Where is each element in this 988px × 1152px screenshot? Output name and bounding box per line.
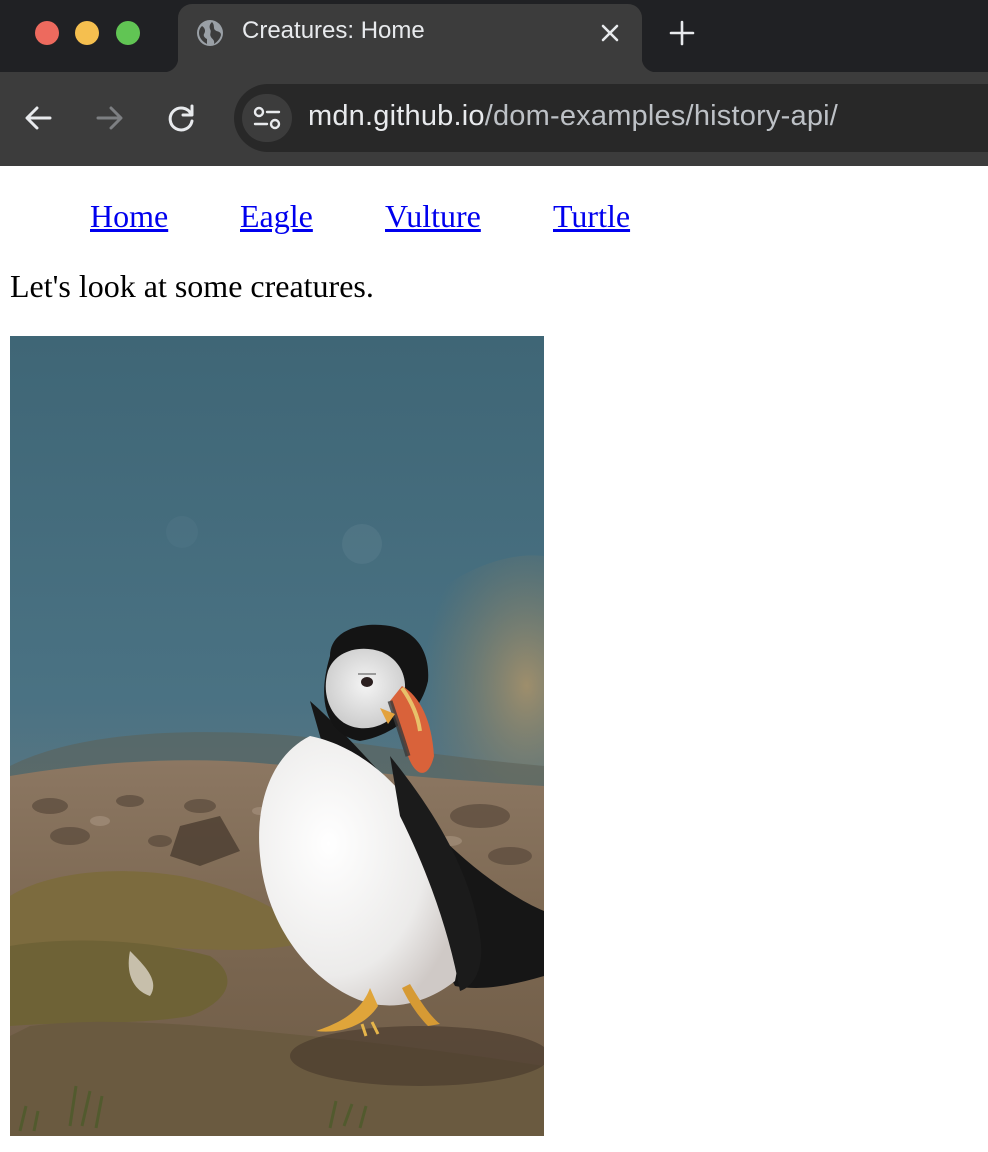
url-text[interactable]: mdn.github.io/dom-examples/history-api/ xyxy=(308,100,838,133)
active-tab[interactable]: Creatures: Home xyxy=(164,4,656,72)
window-close-button[interactable] xyxy=(35,21,59,45)
close-icon[interactable] xyxy=(598,21,622,45)
nav-link-turtle[interactable]: Turtle xyxy=(553,198,630,235)
address-bar[interactable]: mdn.github.io/dom-examples/history-api/ xyxy=(234,84,988,152)
forward-arrow-icon[interactable] xyxy=(94,102,126,134)
puffin-photo xyxy=(10,336,544,1136)
intro-text: Let's look at some creatures. xyxy=(10,268,374,304)
nav-link-vulture[interactable]: Vulture xyxy=(385,198,481,235)
url-path: /dom-examples/history-api/ xyxy=(484,100,839,132)
site-info-tune-icon[interactable] xyxy=(242,94,292,142)
reload-icon[interactable] xyxy=(166,102,198,134)
new-tab-plus-icon[interactable] xyxy=(669,20,695,46)
tab-strip: Creatures: Home xyxy=(0,0,988,72)
nav-link-eagle[interactable]: Eagle xyxy=(240,198,313,235)
window-minimize-button[interactable] xyxy=(75,21,99,45)
globe-icon xyxy=(196,19,224,47)
url-host: mdn.github.io xyxy=(308,100,485,132)
window-maximize-button[interactable] xyxy=(116,21,140,45)
browser-toolbar: mdn.github.io/dom-examples/history-api/ xyxy=(0,72,988,166)
page-content: Home Eagle Vulture Turtle Let's look at … xyxy=(0,166,988,1152)
nav-link-home[interactable]: Home xyxy=(90,198,168,235)
tab-title: Creatures: Home xyxy=(242,17,425,44)
back-arrow-icon[interactable] xyxy=(22,102,54,134)
